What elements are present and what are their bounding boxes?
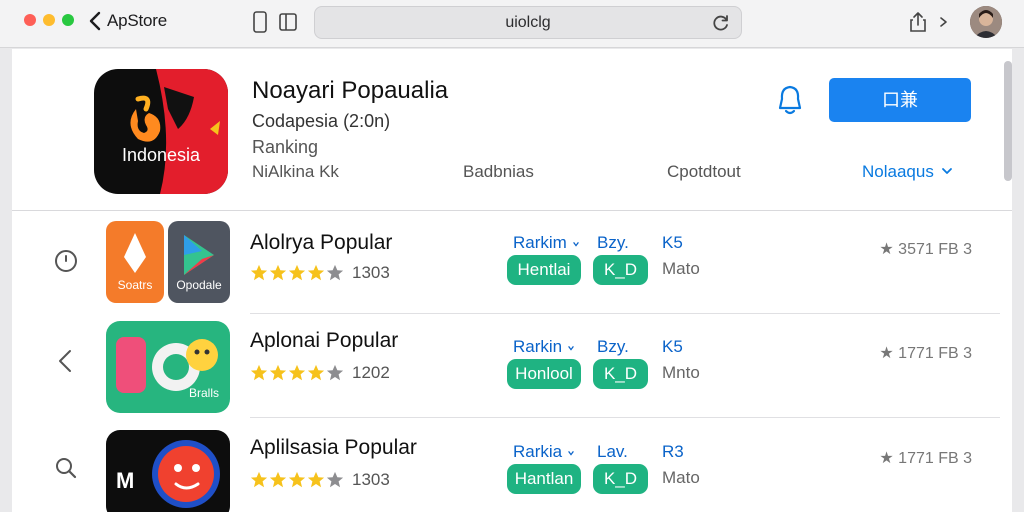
rating-count: 1303 bbox=[352, 470, 390, 489]
app-name[interactable]: Alolrya Popular bbox=[250, 231, 392, 255]
reload-icon[interactable] bbox=[711, 13, 731, 33]
rating-count: 1303 bbox=[352, 263, 390, 282]
star-icon bbox=[307, 471, 325, 488]
back-button[interactable]: ApStore bbox=[88, 8, 167, 34]
clock-icon[interactable] bbox=[52, 247, 80, 275]
app-store-window: Indonesia Noayari Popaualia Codapesia (2… bbox=[12, 49, 1012, 512]
developer-label: Mato bbox=[662, 259, 700, 278]
back-chevron-icon bbox=[89, 11, 101, 31]
header-link-1[interactable]: NiAlkina Kk bbox=[252, 162, 339, 182]
sidebar-icon[interactable] bbox=[277, 10, 299, 34]
row-divider bbox=[250, 313, 1000, 314]
version-label: R3 bbox=[662, 442, 684, 461]
ranking-link[interactable]: Rarkin bbox=[513, 337, 575, 357]
star-icon bbox=[269, 364, 287, 381]
ranking-label: Ranking bbox=[252, 137, 319, 157]
chevron-down-icon bbox=[567, 451, 574, 456]
list-item[interactable]: Bralls Aplonai Popular 1202 Rarkin Bzy. … bbox=[12, 317, 1012, 421]
chevron-down-icon bbox=[941, 168, 952, 174]
ranking-link-label: Rarkim bbox=[513, 233, 567, 252]
star-icon bbox=[288, 364, 306, 381]
get-button[interactable]: 口兼 bbox=[829, 78, 971, 122]
chevron-left-icon[interactable] bbox=[52, 347, 80, 375]
app-subtitle: Codapesia (2:0n) bbox=[252, 111, 391, 131]
featured-icon-text: Indonesia bbox=[122, 145, 201, 165]
header-link-3[interactable]: Cpotdtout bbox=[667, 162, 741, 182]
star-rating: 1303 bbox=[250, 263, 390, 283]
avatar[interactable] bbox=[970, 6, 1002, 38]
chevron-down-icon bbox=[567, 346, 574, 351]
scrollbar[interactable] bbox=[1004, 61, 1012, 181]
app-icon-text: Soatrs bbox=[118, 278, 153, 292]
share-icon[interactable] bbox=[907, 10, 929, 34]
star-icon bbox=[250, 364, 268, 381]
star-icon bbox=[307, 264, 325, 281]
star-icon bbox=[269, 471, 287, 488]
divider bbox=[12, 210, 1012, 211]
size-label: Lav. bbox=[597, 442, 628, 461]
page-title: Noayari Popaualia bbox=[252, 77, 449, 104]
address-bar[interactable]: uiolclg bbox=[314, 6, 742, 39]
ranking-link-label: Rarkia bbox=[513, 442, 563, 461]
notification-bell-icon[interactable] bbox=[774, 83, 806, 117]
ranking-link[interactable]: Rarkim bbox=[513, 233, 580, 253]
action-badge[interactable]: K_D bbox=[593, 255, 648, 285]
app-icon[interactable]: Bralls bbox=[106, 321, 230, 413]
star-rating: 1202 bbox=[250, 363, 390, 383]
list-item[interactable]: Soatrs Opodale Alolrya Popular 1303 Rark… bbox=[12, 221, 1012, 325]
version-label: K5 bbox=[662, 233, 683, 252]
phone-icon[interactable] bbox=[249, 10, 271, 34]
star-rating: 1303 bbox=[250, 470, 390, 490]
version-label: K5 bbox=[662, 337, 683, 356]
row-divider bbox=[250, 417, 1000, 418]
rating-count: 1202 bbox=[352, 363, 390, 382]
star-icon bbox=[250, 264, 268, 281]
zoom-window-button[interactable] bbox=[62, 14, 74, 26]
star-icon bbox=[250, 471, 268, 488]
close-window-button[interactable] bbox=[24, 14, 36, 26]
rating-summary: ★ 3571 FB 3 bbox=[879, 241, 972, 258]
header-links: NiAlkina Kk Badbnias Cpotdtout Nolaaqus bbox=[252, 162, 982, 186]
star-icon bbox=[326, 264, 344, 281]
developer-label: Mnto bbox=[662, 363, 700, 382]
action-badge[interactable]: K_D bbox=[593, 464, 648, 494]
star-icon bbox=[326, 471, 344, 488]
app-name[interactable]: Aplilsasia Popular bbox=[250, 436, 417, 460]
rating-summary: ★ 1771 FB 3 bbox=[879, 345, 972, 362]
browser-toolbar: ApStore uiolclg bbox=[0, 0, 1024, 48]
category-badge[interactable]: Hantlan bbox=[507, 464, 581, 494]
ranking-link-label: Rarkin bbox=[513, 337, 563, 356]
chevron-down-icon bbox=[572, 242, 579, 247]
star-icon bbox=[269, 264, 287, 281]
app-icon-text: M bbox=[116, 468, 134, 493]
app-icon-text: Bralls bbox=[189, 386, 219, 400]
app-name[interactable]: Aplonai Popular bbox=[250, 329, 398, 353]
address-text: uiolclg bbox=[505, 14, 551, 31]
rating-summary: ★ 1771 FB 3 bbox=[879, 450, 972, 467]
list-item[interactable]: M Aplilsasia Popular 1303 Rarkia Lav. R3… bbox=[12, 422, 1012, 512]
star-icon bbox=[307, 364, 325, 381]
header-dropdown-label: Nolaaqus bbox=[862, 162, 934, 181]
ranking-link[interactable]: Rarkia bbox=[513, 442, 575, 462]
star-icon bbox=[326, 364, 344, 381]
app-icon[interactable]: M bbox=[106, 430, 230, 512]
minimize-window-button[interactable] bbox=[43, 14, 55, 26]
category-badge[interactable]: Honlool bbox=[507, 359, 581, 389]
star-icon bbox=[288, 264, 306, 281]
developer-label: Mato bbox=[662, 468, 700, 487]
back-label: ApStore bbox=[107, 11, 168, 30]
size-label: Bzy. bbox=[597, 233, 629, 252]
forward-chevron-icon[interactable] bbox=[933, 10, 955, 34]
app-icon[interactable]: Soatrs Opodale bbox=[106, 221, 230, 303]
header-link-2[interactable]: Badbnias bbox=[463, 162, 534, 182]
featured-app-icon[interactable]: Indonesia bbox=[94, 69, 228, 194]
search-icon[interactable] bbox=[52, 454, 80, 482]
action-badge[interactable]: K_D bbox=[593, 359, 648, 389]
category-badge[interactable]: Hentlai bbox=[507, 255, 581, 285]
header-dropdown[interactable]: Nolaaqus bbox=[862, 162, 954, 182]
star-icon bbox=[288, 471, 306, 488]
size-label: Bzy. bbox=[597, 337, 629, 356]
app-icon-text: Opodale bbox=[176, 278, 222, 292]
